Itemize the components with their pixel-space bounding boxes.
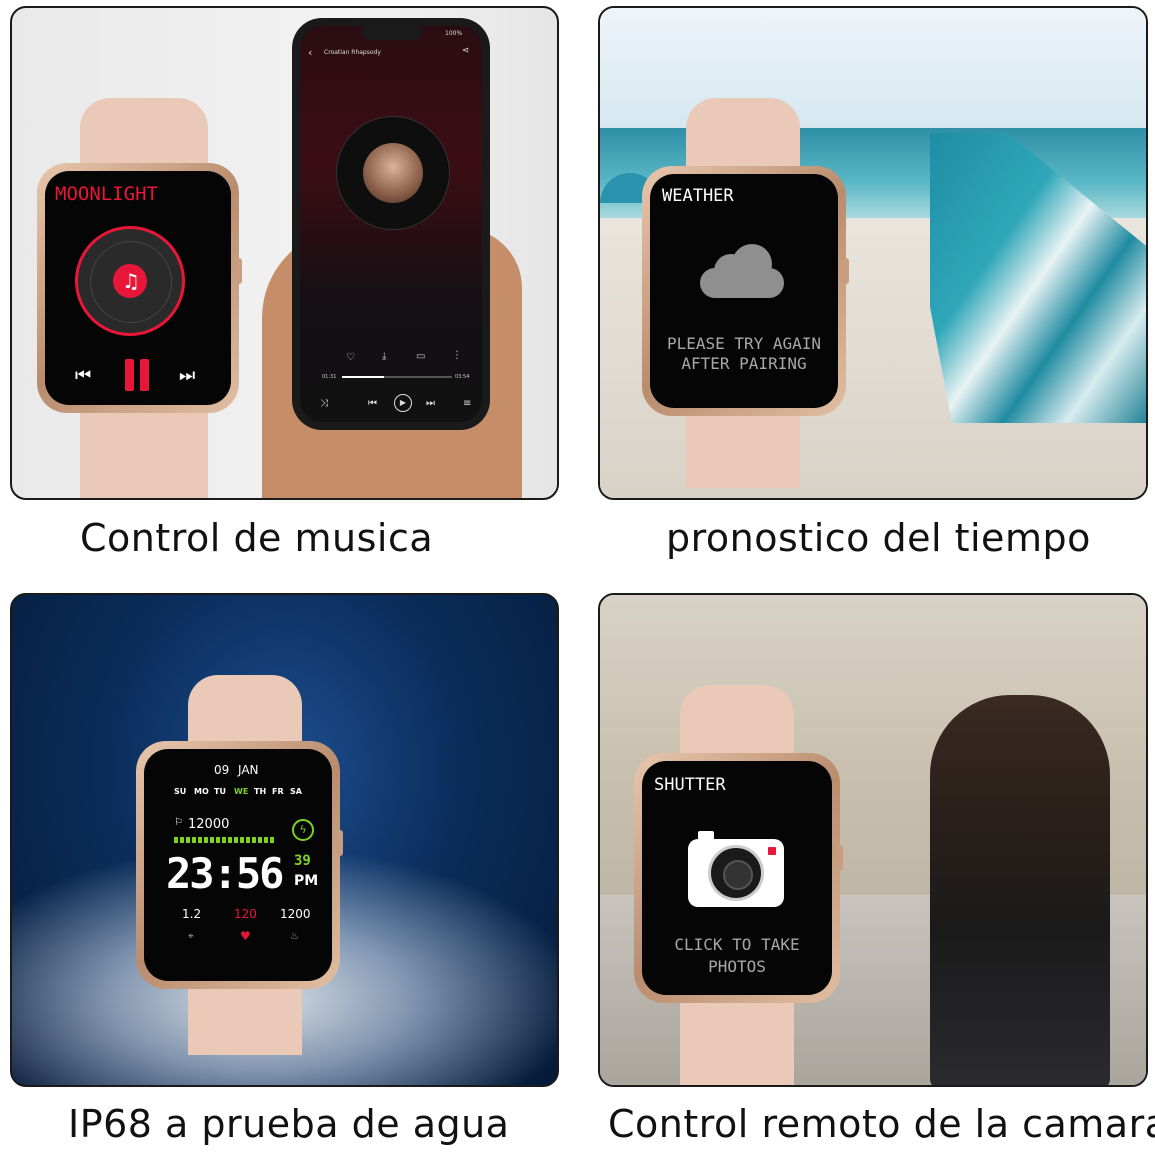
- charge-icon: ϟ: [292, 819, 314, 841]
- caption-camera: Control remoto de la camara: [608, 1102, 1155, 1146]
- back-arrow-icon[interactable]: ‹: [308, 46, 312, 59]
- more-icon[interactable]: ⋮: [452, 350, 462, 361]
- weekday-tu: TU: [214, 787, 226, 796]
- sky: [600, 8, 1146, 128]
- weekday-mo: MO: [194, 787, 209, 796]
- album-art: [363, 143, 423, 203]
- weekday-su: SU: [174, 787, 187, 796]
- woman-figure: [930, 695, 1110, 1085]
- waterproof-panel: 09 JAN SU MO TU WE TH FR SA ⚐ 12000 ϟ 23…: [10, 593, 559, 1087]
- watch-screen: 09 JAN SU MO TU WE TH FR SA ⚐ 12000 ϟ 23…: [144, 749, 332, 981]
- time-elapsed: 01:31: [322, 374, 337, 380]
- footsteps-icon: ⚐: [174, 817, 183, 828]
- watch-band-bottom: [80, 403, 208, 498]
- camera-icon[interactable]: [688, 831, 784, 907]
- shuffle-icon[interactable]: ⤨: [320, 398, 328, 409]
- clock-ampm: PM: [294, 873, 319, 889]
- watch-band-bottom: [686, 408, 800, 488]
- distance-value: 1.2: [182, 907, 202, 921]
- caption-waterproof: IP68 a prueba de agua: [68, 1102, 510, 1146]
- watch-crown: [843, 258, 849, 284]
- battery-indicator: 100%: [445, 30, 463, 37]
- comment-icon[interactable]: ▭: [416, 351, 425, 362]
- weekday-fr: FR: [272, 787, 284, 796]
- music-note-icon: ♫: [122, 269, 140, 293]
- play-icon[interactable]: ▶: [394, 394, 412, 412]
- music-control-panel: MOONLIGHT ♫ ⏮ ⏭ 100% ‹ Croatian Rhapsody…: [10, 6, 559, 500]
- clock-seconds: 39: [294, 853, 311, 869]
- phone-notch: [362, 26, 422, 40]
- download-icon[interactable]: ⤓: [382, 351, 386, 362]
- caption-weather: pronostico del tiempo: [666, 516, 1091, 560]
- song-title: Croatian Rhapsody: [324, 49, 381, 56]
- pause-button[interactable]: [125, 359, 151, 391]
- previous-icon[interactable]: ⏮: [368, 398, 377, 409]
- steps-count: 12000: [188, 817, 230, 832]
- album-disc: [336, 116, 450, 230]
- camera-message-line2: PHOTOS: [708, 957, 766, 976]
- progress-track[interactable]: [342, 376, 452, 378]
- share-icon[interactable]: ⋖: [462, 46, 470, 56]
- previous-track-icon[interactable]: ⏮: [75, 365, 91, 386]
- heart-icon: ♥: [240, 929, 251, 943]
- vinyl-record-icon: ♫: [75, 226, 185, 336]
- watch-band-bottom: [680, 990, 794, 1085]
- date-day: 09: [214, 763, 230, 777]
- cloud-icon: [700, 244, 784, 298]
- flame-icon: ♨: [290, 931, 299, 942]
- watch-crown: [236, 258, 242, 284]
- steps-progress-bar: [174, 837, 274, 843]
- weather-panel: WEATHER PLEASE TRY AGAIN AFTER PAIRING: [598, 6, 1148, 500]
- next-icon[interactable]: ⏭: [426, 398, 435, 409]
- weather-message-line2: AFTER PAIRING: [681, 354, 807, 373]
- music-title: MOONLIGHT: [55, 183, 158, 205]
- weekday-th: TH: [254, 787, 267, 796]
- heart-icon[interactable]: ♡: [346, 352, 355, 363]
- watch-screen: MOONLIGHT ♫ ⏮ ⏭: [45, 171, 231, 405]
- weekday-row: SU MO TU WE TH FR SA: [174, 787, 314, 801]
- watch-screen: WEATHER PLEASE TRY AGAIN AFTER PAIRING: [650, 174, 838, 408]
- watch-crown: [337, 830, 343, 856]
- time-total: 03:54: [455, 374, 470, 380]
- weather-title: WEATHER: [662, 186, 734, 206]
- watch-screen: SHUTTER CLICK TO TAKE PHOTOS: [642, 761, 832, 995]
- weekday-sa: SA: [290, 787, 302, 796]
- caption-music: Control de musica: [80, 516, 434, 560]
- weekday-we: WE: [234, 787, 249, 796]
- watch-crown: [837, 845, 843, 871]
- shutter-title: SHUTTER: [654, 775, 726, 795]
- playlist-icon[interactable]: ≡: [463, 398, 471, 409]
- location-icon: ⌖: [188, 931, 194, 942]
- date-month: JAN: [238, 763, 259, 777]
- phone-screen: 100% ‹ Croatian Rhapsody ⋖ ♡ ⤓ ▭ ⋮ 01:31…: [300, 26, 482, 422]
- weather-message-line1: PLEASE TRY AGAIN: [666, 334, 822, 353]
- heart-rate-value: 120: [234, 907, 257, 921]
- next-track-icon[interactable]: ⏭: [179, 365, 195, 386]
- calories-value: 1200: [280, 907, 311, 921]
- camera-panel: SHUTTER CLICK TO TAKE PHOTOS: [598, 593, 1148, 1087]
- camera-message-line1: CLICK TO TAKE: [674, 935, 800, 954]
- clock-time: 23:56: [166, 849, 284, 898]
